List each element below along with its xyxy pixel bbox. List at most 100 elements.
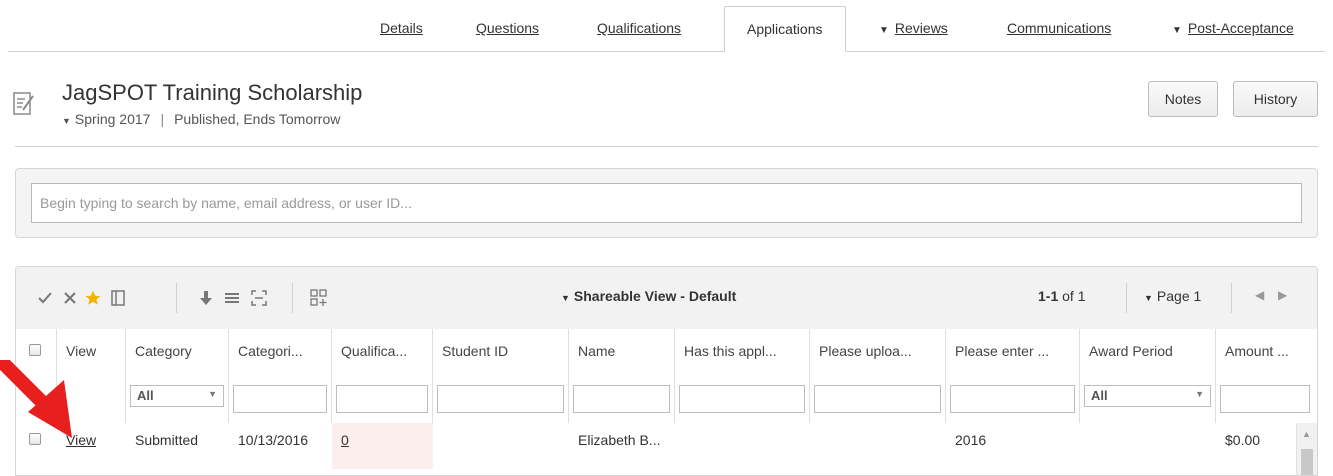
column-header-name[interactable]: Name xyxy=(569,329,675,375)
column-header-award-period[interactable]: Award Period xyxy=(1080,329,1216,375)
applications-grid: ▼ Shareable View - Default 1-1 of 1 ▼ Page… xyxy=(15,266,1318,476)
expand-icon[interactable] xyxy=(249,287,269,309)
tab-post-acceptance[interactable]: ▼ Post-Acceptance xyxy=(1172,20,1294,36)
date-filter-input[interactable] xyxy=(233,385,327,413)
grid-scrollbar[interactable]: ▲ xyxy=(1296,423,1317,475)
view-name-label: Shareable View - Default xyxy=(573,288,737,304)
filter-cell-name xyxy=(569,375,675,423)
row-checkbox[interactable] xyxy=(29,433,41,445)
please-upload-filter-input[interactable] xyxy=(814,385,941,413)
category-filter-select[interactable]: All ▼ xyxy=(130,385,224,407)
columns-icon[interactable] xyxy=(109,287,127,309)
column-header-label: Please enter ... xyxy=(955,343,1050,359)
row-has-applied-cell xyxy=(675,423,810,469)
name-filter-input[interactable] xyxy=(573,385,670,413)
column-header-category[interactable]: Category xyxy=(126,329,229,375)
column-header-amount[interactable]: Amount ... xyxy=(1216,329,1317,375)
subline-separator: | xyxy=(160,111,165,127)
name-value: Elizabeth B... xyxy=(578,432,661,448)
grid-header-row: View Category Categori... Qualifica... S… xyxy=(16,329,1317,376)
award-period-filter-value: All xyxy=(1091,388,1108,403)
scroll-up-icon[interactable]: ▲ xyxy=(1302,429,1311,439)
list-icon[interactable] xyxy=(223,287,241,309)
filter-cell-student-id xyxy=(433,375,569,423)
term-selector[interactable]: Spring 2017 xyxy=(75,111,151,127)
row-amount-cell: $0.00 xyxy=(1216,423,1299,469)
column-header-label: Has this appl... xyxy=(684,343,777,359)
tab-qualifications[interactable]: Qualifications xyxy=(597,20,681,36)
row-student-id-cell xyxy=(433,423,569,469)
add-widget-icon[interactable] xyxy=(308,287,330,309)
tab-reviews[interactable]: ▼ Reviews xyxy=(879,20,948,36)
next-arrow-icon[interactable]: ▶ xyxy=(1278,288,1287,302)
tab-details[interactable]: Details xyxy=(380,20,423,36)
category-value: Submitted xyxy=(135,432,199,448)
award-period-filter-select[interactable]: All ▼ xyxy=(1084,385,1211,407)
table-row: View Submitted 10/13/2016 0 Elizabeth B.… xyxy=(16,423,1317,469)
column-header-view[interactable]: View xyxy=(57,329,126,375)
column-header-student-id[interactable]: Student ID xyxy=(433,329,569,375)
status-text: Published, Ends Tomorrow xyxy=(174,111,341,127)
row-select-cell xyxy=(16,423,57,469)
page-selector[interactable]: ▼ Page 1 xyxy=(1144,288,1201,304)
search-input[interactable] xyxy=(31,183,1302,223)
row-view-cell: View xyxy=(57,423,126,469)
caret-down-icon: ▼ xyxy=(879,25,889,36)
select-all-checkbox[interactable] xyxy=(29,344,41,356)
record-range-total: of 1 xyxy=(1058,288,1086,304)
star-icon[interactable] xyxy=(83,287,103,309)
filter-cell-has-applied xyxy=(675,375,810,423)
notes-button[interactable]: Notes xyxy=(1148,81,1218,117)
chevron-down-icon: ▼ xyxy=(1195,389,1204,399)
grid-filter-row: All ▼ All ▼ xyxy=(16,375,1317,424)
column-header-has-applied[interactable]: Has this appl... xyxy=(675,329,810,375)
please-enter-value: 2016 xyxy=(955,432,987,448)
column-header-label: Name xyxy=(578,343,616,359)
column-header-label: Award Period xyxy=(1089,343,1173,359)
tab-bar: Details Questions Qualifications Applica… xyxy=(0,0,1333,52)
qualifications-link[interactable]: 0 xyxy=(341,432,349,448)
column-header-category-date[interactable]: Categori... xyxy=(229,329,332,375)
view-link[interactable]: View xyxy=(66,432,96,448)
student-id-filter-input[interactable] xyxy=(437,385,564,413)
caret-down-icon[interactable]: ▼ xyxy=(62,116,71,126)
row-award-period-cell xyxy=(1080,423,1216,469)
toolbar-separator xyxy=(292,283,293,313)
column-header-please-upload[interactable]: Please uploa... xyxy=(810,329,946,375)
tab-bar-divider xyxy=(8,51,1325,52)
amount-filter-input[interactable] xyxy=(1220,385,1310,413)
prev-arrow-icon[interactable]: ◀ xyxy=(1255,288,1264,302)
qualifications-filter-input[interactable] xyxy=(336,385,428,413)
download-icon[interactable] xyxy=(198,287,214,309)
toolbar-separator xyxy=(1126,283,1127,313)
column-header-qualifications[interactable]: Qualifica... xyxy=(332,329,433,375)
filter-cell-qualifications xyxy=(332,375,433,423)
shareable-view-selector[interactable]: ▼ Shareable View - Default xyxy=(561,288,736,304)
tab-communications[interactable]: Communications xyxy=(1007,20,1111,36)
tab-applications[interactable]: Applications xyxy=(724,6,846,52)
column-header-please-enter[interactable]: Please enter ... xyxy=(946,329,1080,375)
scrollbar-thumb[interactable] xyxy=(1301,449,1313,475)
tab-questions[interactable]: Questions xyxy=(476,20,539,36)
row-qualifications-cell: 0 xyxy=(332,423,433,469)
chevron-down-icon: ▼ xyxy=(208,389,217,399)
opportunity-subline: ▼ Spring 2017 | Published, Ends Tomorrow xyxy=(62,111,340,127)
amount-value: $0.00 xyxy=(1225,432,1261,448)
column-header-label: Categori... xyxy=(238,343,303,359)
date-value: 10/13/2016 xyxy=(238,432,309,448)
row-date-cell: 10/13/2016 xyxy=(229,423,332,469)
filter-cell-empty xyxy=(57,375,126,423)
please-enter-filter-input[interactable] xyxy=(950,385,1075,413)
column-header-label: Amount ... xyxy=(1225,343,1289,359)
filter-cell-please-upload xyxy=(810,375,946,423)
filter-cell-amount xyxy=(1216,375,1317,423)
column-header-label: Please uploa... xyxy=(819,343,912,359)
row-please-upload-cell xyxy=(810,423,946,469)
history-button[interactable]: History xyxy=(1233,81,1318,117)
toolbar-separator xyxy=(176,283,177,313)
check-icon[interactable] xyxy=(36,287,54,309)
has-applied-filter-input[interactable] xyxy=(679,385,805,413)
x-icon[interactable] xyxy=(62,287,78,309)
column-header-label: View xyxy=(66,343,97,359)
column-header-label: Qualifica... xyxy=(341,343,408,359)
